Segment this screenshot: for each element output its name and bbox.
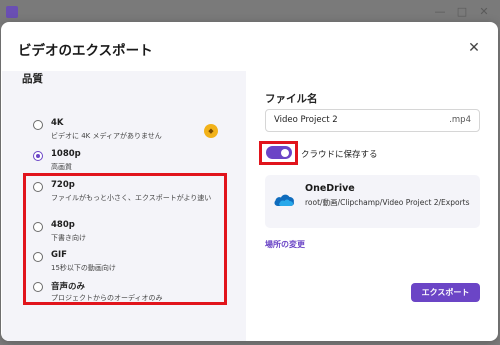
window-close-icon: ✕ [479,5,489,18]
close-icon: ✕ [468,40,480,56]
radio-1080p[interactable] [33,151,43,161]
background-titlebar: — □ ✕ [0,0,500,24]
premium-diamond-icon: ◆ [204,124,218,138]
option-description: ビデオに 4K メディアがありません [51,132,162,140]
option-label: 1080p [51,149,81,159]
onedrive-name: OneDrive [305,183,355,194]
change-location-link[interactable]: 場所の変更 [265,239,305,250]
highlight-box-quality-options [23,173,227,305]
app-logo-icon [6,6,18,18]
close-button[interactable]: ✕ [466,40,482,56]
filename-heading: ファイル名 [265,93,318,105]
onedrive-card: OneDrive root/動画/Clipchamp/Video Project… [265,175,480,228]
maximize-icon: □ [456,5,468,18]
cloud-save-label: クラウドに保存する [301,150,378,160]
toggle-knob [281,148,289,157]
export-button[interactable]: エクスポート [411,283,480,302]
option-label: 4K [51,118,64,128]
onedrive-path: root/動画/Clipchamp/Video Project 2/Export… [305,198,470,207]
option-description: 高画質 [51,163,72,171]
dialog-title: ビデオのエクスポート [18,43,153,59]
quality-heading: 品質 [22,73,43,85]
radio-4k[interactable] [33,120,43,130]
filename-input[interactable]: Video Project 2 .mp4 [265,109,480,132]
cloud-save-toggle[interactable] [266,146,292,159]
filename-extension: .mp4 [449,115,471,125]
filename-value[interactable]: Video Project 2 [274,115,338,125]
minimize-icon: — [434,5,446,18]
onedrive-cloud-icon [274,194,294,206]
